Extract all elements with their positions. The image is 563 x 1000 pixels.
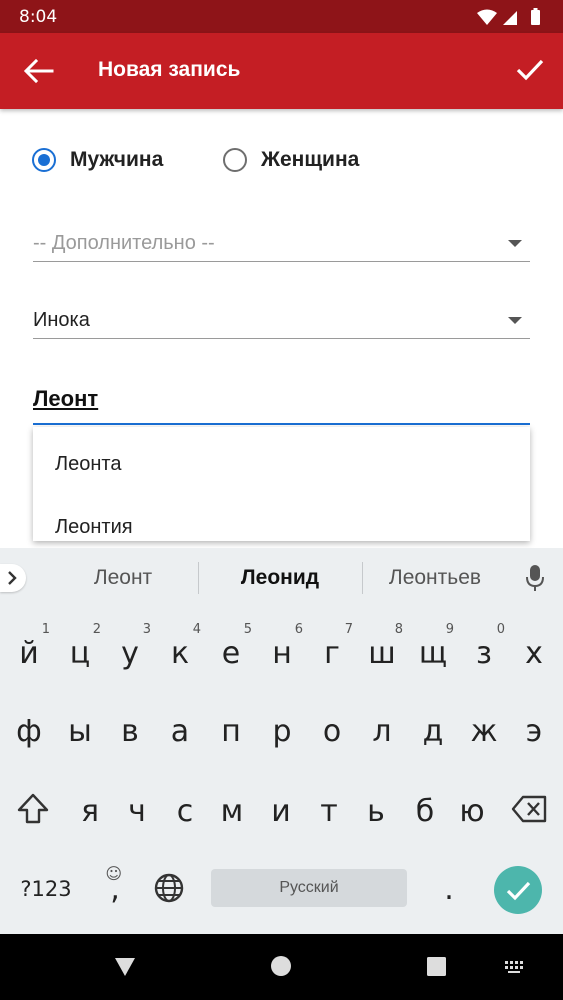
page-title: Новая запись <box>98 58 241 81</box>
key-к[interactable]: 4к <box>155 622 205 678</box>
key-п[interactable]: п <box>206 700 256 756</box>
status-spinner-text: Инока <box>33 309 90 331</box>
suggestion-center[interactable]: Леонид <box>205 566 355 590</box>
key-д[interactable]: д <box>408 700 458 756</box>
suggestion-divider <box>198 562 199 594</box>
back-arrow-icon[interactable] <box>22 57 54 85</box>
key-и[interactable]: и <box>256 780 306 836</box>
mic-icon[interactable] <box>525 564 545 592</box>
radio-male-indicator[interactable] <box>32 148 56 172</box>
suggestion-bar: Леонт Леонид Леонтьев <box>0 548 563 608</box>
key-у[interactable]: 3у <box>105 622 155 678</box>
suggestion-left[interactable]: Леонт <box>48 566 198 590</box>
radio-female-indicator[interactable] <box>223 148 247 172</box>
key-б[interactable]: б <box>400 780 450 836</box>
signal-icon <box>503 11 517 25</box>
save-check-icon[interactable] <box>515 55 545 85</box>
keyboard-switch-icon[interactable] <box>505 961 523 973</box>
space-key[interactable]: Русский <box>211 869 407 907</box>
extra-spinner-text: -- Дополнительно -- <box>33 232 215 254</box>
dropdown-arrow-icon <box>508 240 522 247</box>
battery-icon <box>531 10 540 25</box>
key-ф[interactable]: ф <box>4 700 54 756</box>
autocomplete-item[interactable]: Леонтия <box>33 490 530 541</box>
keyboard: Леонт Леонид Леонтьев 1й 2ц 3у 4к 5е 6н … <box>0 548 563 934</box>
comma-key[interactable]: ☺ , <box>90 858 140 914</box>
globe-icon <box>154 873 184 903</box>
nav-back-icon[interactable] <box>115 958 135 976</box>
key-в[interactable]: в <box>105 700 155 756</box>
key-й[interactable]: 1й <box>4 622 54 678</box>
key-т[interactable]: т <box>304 780 354 836</box>
suggestion-right[interactable]: Леонтьев <box>360 566 510 590</box>
radio-male[interactable]: Мужчина <box>32 146 163 174</box>
radio-male-label: Мужчина <box>70 148 164 171</box>
expand-suggestions-button[interactable] <box>0 564 26 592</box>
autocomplete-item[interactable]: Леонта <box>33 427 530 490</box>
name-input[interactable] <box>33 383 530 425</box>
key-з[interactable]: 0з <box>459 622 509 678</box>
check-icon <box>506 881 531 901</box>
key-х[interactable]: х <box>509 622 559 678</box>
status-bar: 8:04 <box>0 0 563 33</box>
enter-key[interactable] <box>494 866 542 914</box>
key-е[interactable]: 5е <box>206 622 256 678</box>
key-ю[interactable]: ю <box>447 780 497 836</box>
radio-female-label: Женщина <box>261 148 360 171</box>
key-о[interactable]: о <box>307 700 357 756</box>
key-ш[interactable]: 8ш <box>357 622 407 678</box>
nav-home-icon[interactable] <box>271 956 291 976</box>
key-я[interactable]: я <box>65 780 115 836</box>
key-ы[interactable]: ы <box>55 700 105 756</box>
period-key[interactable]: . <box>424 858 474 914</box>
key-щ[interactable]: 9щ <box>408 622 458 678</box>
backspace-icon <box>511 795 547 823</box>
autocomplete-dropdown: Леонта Леонтия <box>33 427 530 541</box>
wifi-icon <box>477 9 497 25</box>
key-ц[interactable]: 2ц <box>55 622 105 678</box>
backspace-key[interactable] <box>505 780 555 836</box>
extra-spinner[interactable]: -- Дополнительно -- <box>33 226 530 262</box>
key-ж[interactable]: ж <box>459 700 509 756</box>
symbols-key[interactable]: ?123 <box>8 858 84 914</box>
key-г[interactable]: 7г <box>307 622 357 678</box>
app-bar: Новая запись <box>0 33 563 109</box>
key-н[interactable]: 6н <box>257 622 307 678</box>
dropdown-arrow-icon <box>508 317 522 324</box>
chevron-right-icon <box>8 571 17 585</box>
status-time: 8:04 <box>19 7 58 27</box>
key-л[interactable]: л <box>357 700 407 756</box>
key-р[interactable]: р <box>257 700 307 756</box>
status-icons <box>477 8 540 25</box>
nav-recents-icon[interactable] <box>427 957 446 976</box>
key-ч[interactable]: ч <box>112 780 162 836</box>
key-с[interactable]: с <box>160 780 210 836</box>
system-nav-bar <box>0 934 563 1000</box>
key-м[interactable]: м <box>207 780 257 836</box>
key-а[interactable]: а <box>155 700 205 756</box>
radio-female[interactable]: Женщина <box>223 146 359 174</box>
key-э[interactable]: э <box>509 700 559 756</box>
shift-icon <box>17 793 49 824</box>
shift-key[interactable] <box>8 780 58 836</box>
key-ь[interactable]: ь <box>351 780 401 836</box>
language-key[interactable] <box>145 858 195 914</box>
status-spinner[interactable]: Инока <box>33 303 530 339</box>
